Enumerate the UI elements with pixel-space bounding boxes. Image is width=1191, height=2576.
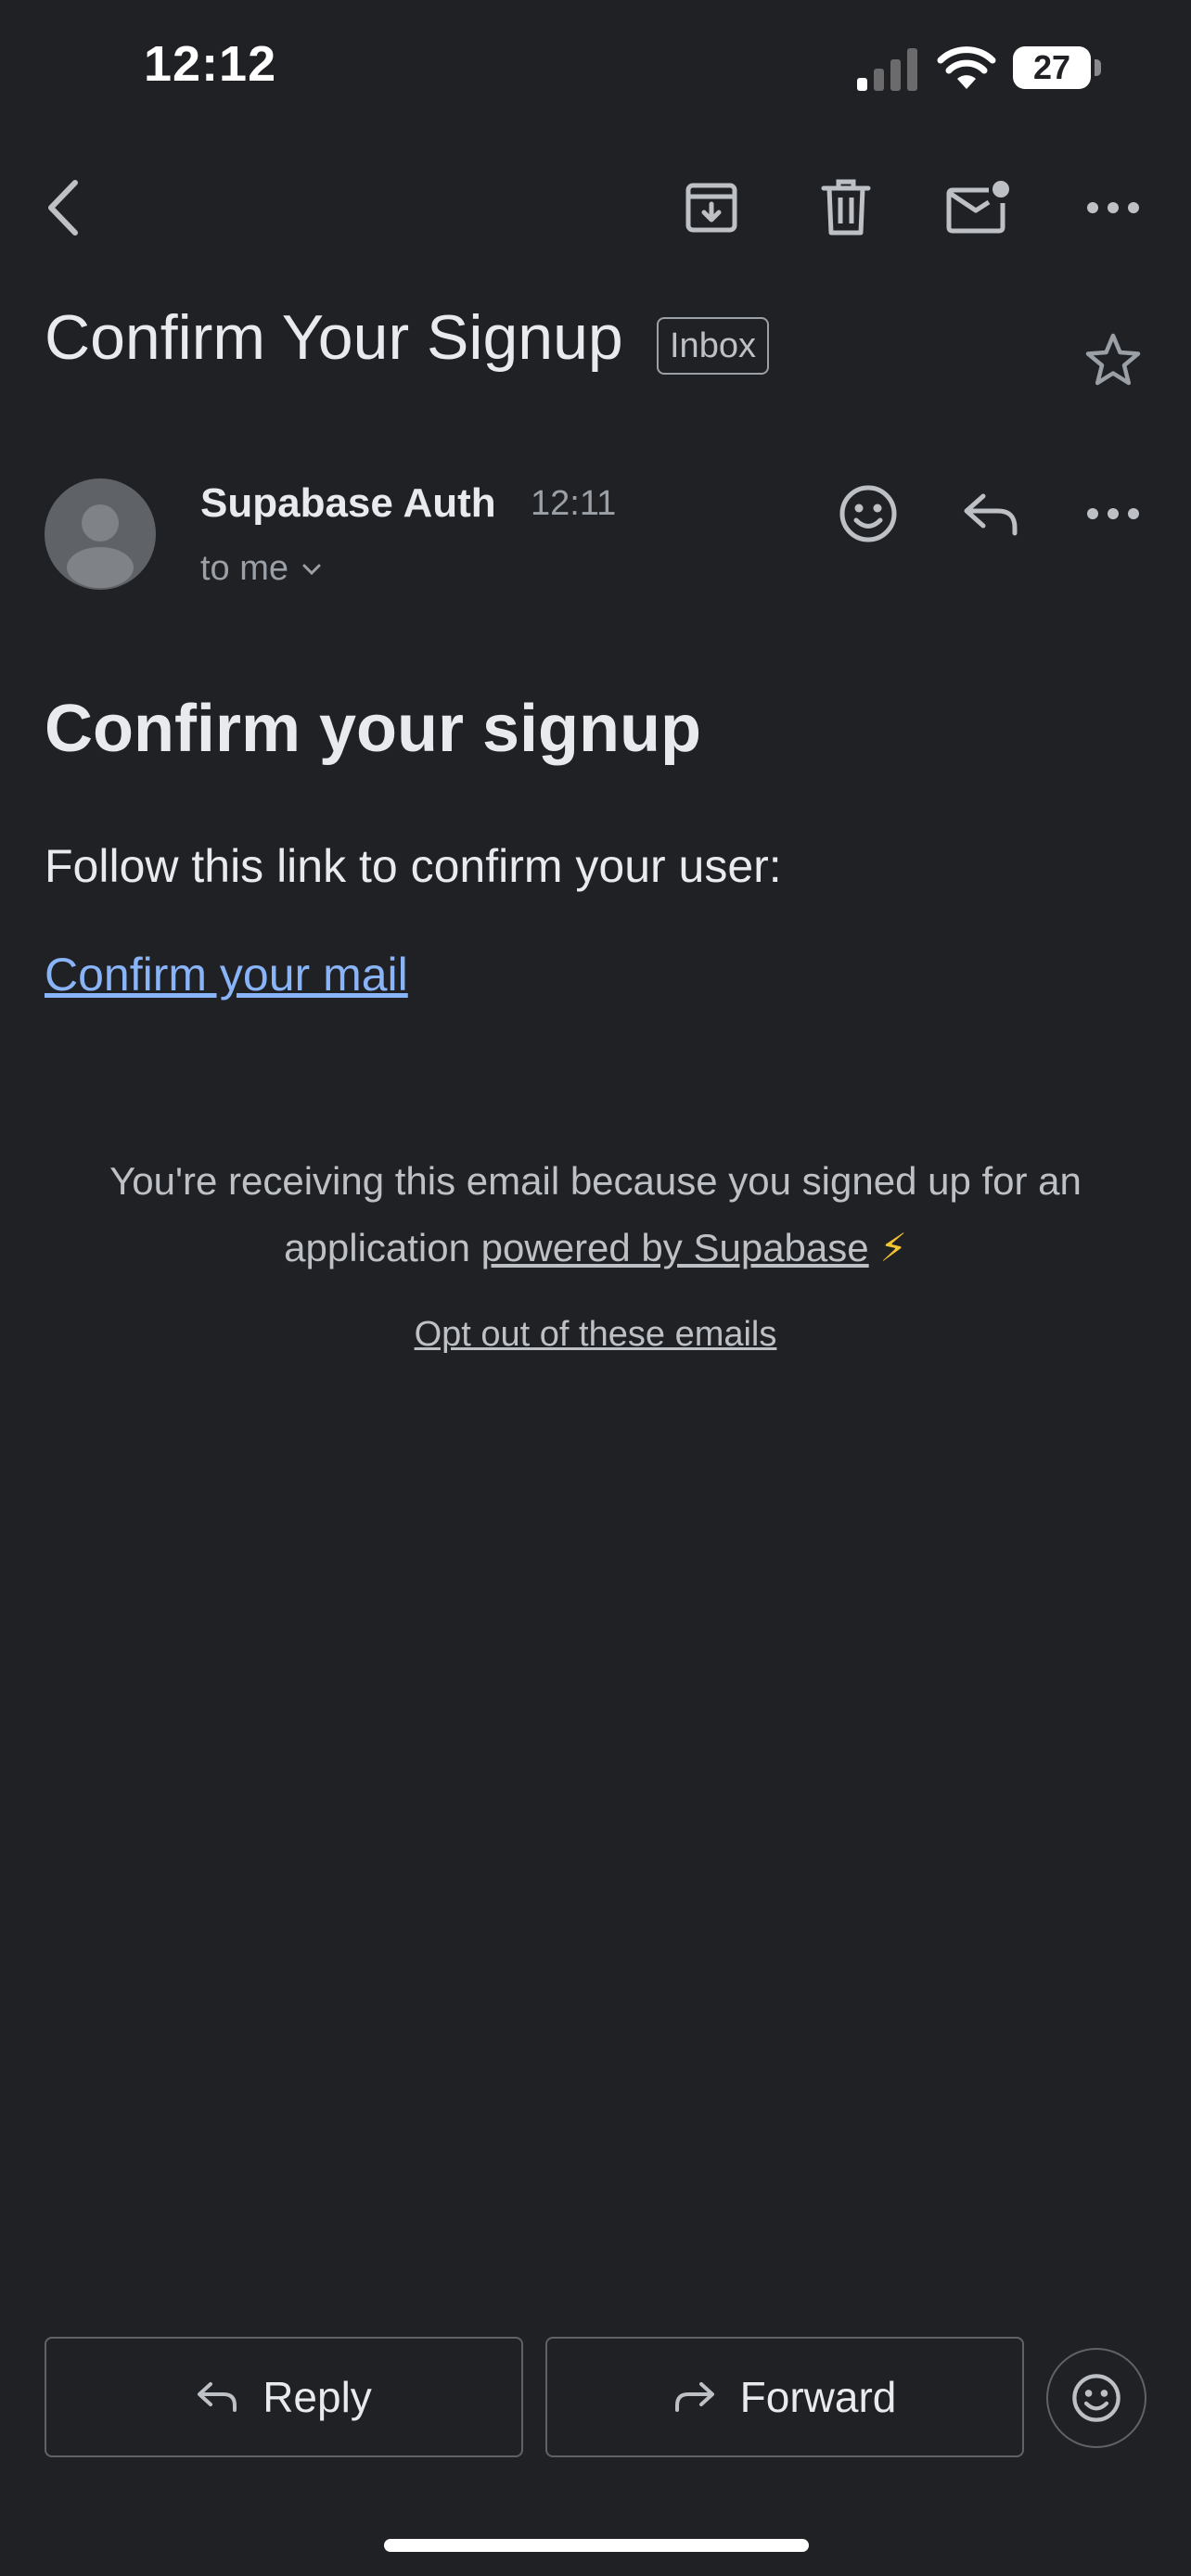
- status-time: 12:12: [144, 36, 277, 92]
- email-subject: Confirm Your Signup: [45, 302, 623, 373]
- body-heading: Confirm your signup: [45, 692, 701, 766]
- email-time: 12:11: [531, 484, 617, 523]
- supabase-link[interactable]: powered by Supabase: [481, 1226, 869, 1269]
- recipient-label: to me: [200, 549, 289, 588]
- sender-name[interactable]: Supabase Auth: [200, 480, 496, 527]
- more-options-icon[interactable]: [1076, 171, 1150, 245]
- person-icon: [67, 504, 134, 588]
- archive-icon[interactable]: [674, 171, 749, 245]
- forward-label: Forward: [739, 2373, 897, 2421]
- recipient-toggle[interactable]: to me: [200, 549, 322, 589]
- smiley-icon: [1072, 2374, 1121, 2422]
- reply-arrow-icon: [198, 2382, 237, 2412]
- inbox-label-badge[interactable]: Inbox: [657, 317, 769, 375]
- back-arrow-icon[interactable]: [26, 171, 100, 245]
- star-icon[interactable]: [1076, 323, 1150, 397]
- home-indicator[interactable]: [384, 2539, 809, 2552]
- sender-avatar[interactable]: [45, 478, 156, 590]
- mark-unread-icon[interactable]: [941, 171, 1016, 245]
- forward-button[interactable]: Forward: [545, 2337, 1024, 2457]
- reaction-button[interactable]: [1046, 2348, 1146, 2448]
- trash-icon[interactable]: [809, 171, 883, 245]
- reply-button[interactable]: Reply: [45, 2337, 523, 2457]
- body-text: Follow this link to confirm your user:: [45, 840, 782, 892]
- reply-label: Reply: [263, 2373, 372, 2421]
- wifi-icon: [937, 46, 996, 89]
- footer-text: You're receiving this email because you …: [93, 1148, 1098, 1282]
- battery-level: 27: [1032, 48, 1071, 86]
- opt-out-link[interactable]: Opt out of these emails: [0, 1315, 1191, 1355]
- reply-icon[interactable]: [954, 477, 1028, 551]
- battery-icon: 27: [1013, 46, 1102, 89]
- signal-icon: [857, 48, 917, 91]
- chevron-down-icon: [302, 564, 321, 575]
- confirm-mail-link[interactable]: Confirm your mail: [45, 948, 408, 1001]
- add-reaction-icon[interactable]: [831, 477, 905, 551]
- lightning-icon: ⚡: [879, 1226, 907, 1269]
- message-more-icon[interactable]: [1076, 477, 1150, 551]
- forward-arrow-icon: [674, 2382, 714, 2412]
